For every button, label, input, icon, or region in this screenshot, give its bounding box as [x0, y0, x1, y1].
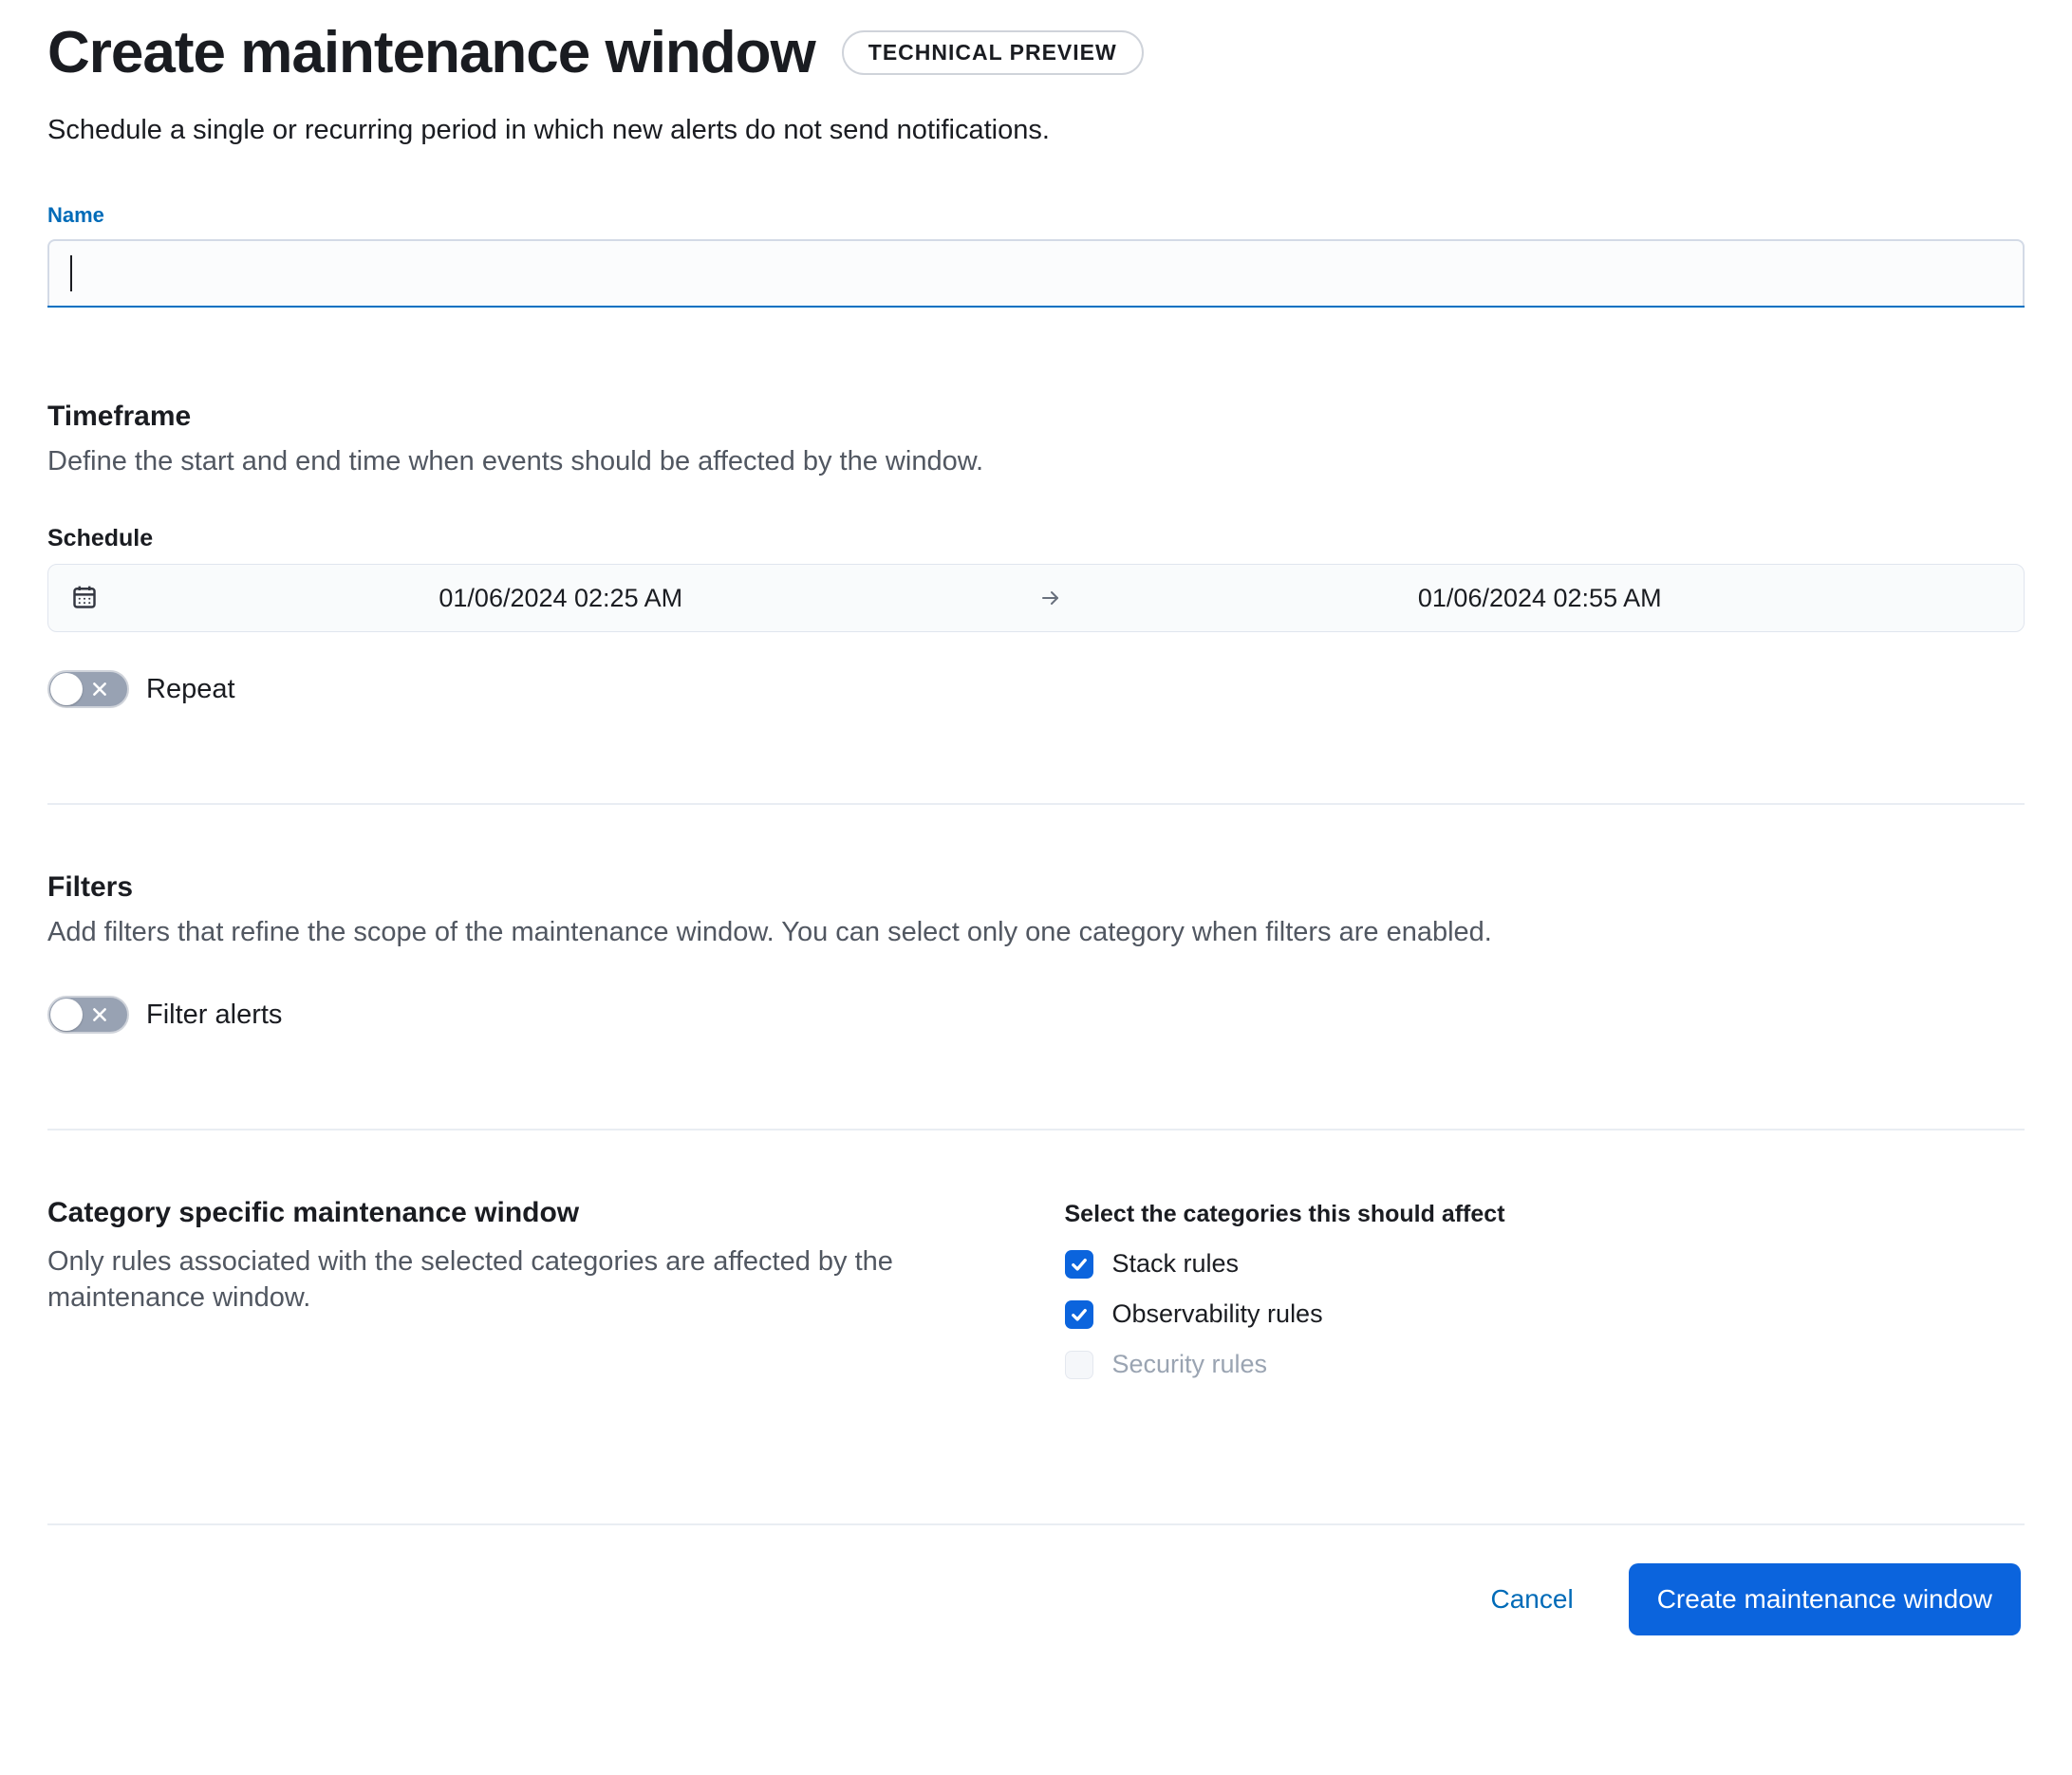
checkbox-stack-rules[interactable] [1065, 1250, 1093, 1279]
repeat-toggle[interactable] [47, 670, 129, 708]
name-label: Name [47, 203, 2025, 228]
section-divider [47, 803, 2025, 805]
page-root: Create maintenance window TECHNICAL PREV… [0, 0, 2072, 1673]
repeat-toggle-row: Repeat [47, 670, 2025, 708]
arrow-right-icon [1022, 587, 1079, 609]
cancel-button[interactable]: Cancel [1484, 1567, 1581, 1632]
categories-section: Category specific maintenance window Onl… [47, 1197, 2025, 1400]
schedule-start-date[interactable]: 01/06/2024 02:25 AM [100, 584, 1022, 613]
toggle-knob [50, 999, 83, 1031]
page-header: Create maintenance window TECHNICAL PREV… [47, 19, 2025, 86]
toggle-knob [50, 673, 83, 705]
checkbox-observability-rules[interactable] [1065, 1300, 1093, 1329]
close-icon [91, 1006, 108, 1023]
create-maintenance-window-button[interactable]: Create maintenance window [1629, 1563, 2021, 1635]
categories-description: Only rules associated with the selected … [47, 1244, 1008, 1316]
name-field: Name [47, 203, 2025, 306]
filter-alerts-toggle-row: Filter alerts [47, 996, 2025, 1034]
close-icon [91, 681, 108, 698]
checkbox-label-observability-rules: Observability rules [1112, 1299, 1323, 1329]
timeframe-heading: Timeframe [47, 401, 2025, 433]
text-caret [70, 255, 72, 291]
check-icon [1070, 1305, 1089, 1324]
page-subtitle: Schedule a single or recurring period in… [47, 115, 2025, 146]
calendar-icon [71, 584, 100, 612]
categories-select-column: Select the categories this should affect… [1065, 1197, 2025, 1400]
checkbox-label-security-rules: Security rules [1112, 1350, 1268, 1379]
filters-section: Filters Add filters that refine the scop… [47, 871, 2025, 1034]
name-input[interactable] [47, 239, 2025, 306]
check-icon [1070, 1255, 1089, 1274]
timeframe-section: Timeframe Define the start and end time … [47, 401, 2025, 708]
section-divider [47, 1129, 2025, 1130]
schedule-date-range[interactable]: 01/06/2024 02:25 AM 01/06/2024 02:55 AM [47, 564, 2025, 632]
filter-alerts-toggle-label: Filter alerts [146, 1000, 282, 1031]
technical-preview-badge: TECHNICAL PREVIEW [842, 30, 1144, 75]
category-checkbox-row-stack: Stack rules [1065, 1249, 2025, 1279]
page-title: Create maintenance window [47, 19, 815, 86]
schedule-end-date[interactable]: 01/06/2024 02:55 AM [1079, 584, 2002, 613]
filters-heading: Filters [47, 871, 2025, 904]
filters-description: Add filters that refine the scope of the… [47, 917, 2025, 948]
categories-description-column: Category specific maintenance window Onl… [47, 1197, 1008, 1400]
schedule-label: Schedule [47, 525, 2025, 552]
footer-divider [47, 1523, 2025, 1525]
category-checkbox-row-security: Security rules [1065, 1350, 2025, 1379]
timeframe-description: Define the start and end time when event… [47, 446, 2025, 477]
checkbox-security-rules [1065, 1351, 1093, 1379]
categories-heading: Category specific maintenance window [47, 1197, 1008, 1229]
categories-select-label: Select the categories this should affect [1065, 1201, 2025, 1228]
filter-alerts-toggle[interactable] [47, 996, 129, 1034]
checkbox-label-stack-rules: Stack rules [1112, 1249, 1240, 1279]
category-checkbox-row-observability: Observability rules [1065, 1299, 2025, 1329]
footer-actions: Cancel Create maintenance window [47, 1563, 2025, 1635]
repeat-toggle-label: Repeat [146, 674, 235, 705]
